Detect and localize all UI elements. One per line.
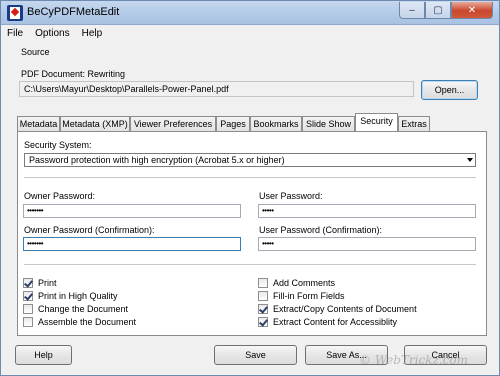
app-logo-icon xyxy=(7,5,23,21)
maximize-button[interactable]: ▢ xyxy=(425,2,451,19)
checkbox[interactable] xyxy=(23,304,33,314)
permission-extract-accessibility[interactable]: Extract Content for Accessiblity xyxy=(258,316,397,328)
permission-change-document[interactable]: Change the Document xyxy=(23,303,128,315)
watermark: © WebTrickz.com xyxy=(359,353,468,367)
permission-label: Extract Content for Accessiblity xyxy=(273,317,398,327)
permission-add-comments[interactable]: Add Comments xyxy=(258,277,335,289)
checkbox[interactable] xyxy=(23,317,33,327)
menu-bar: File Options Help xyxy=(1,25,499,42)
pdf-path-field: C:\Users\Mayur\Desktop\Parallels-Power-P… xyxy=(19,81,414,97)
owner-password-field[interactable]: ••••••• xyxy=(23,204,241,218)
tab-slide-show[interactable]: Slide Show xyxy=(302,116,355,131)
checkbox[interactable] xyxy=(23,278,33,288)
menu-help[interactable]: Help xyxy=(76,28,109,39)
divider xyxy=(24,264,476,265)
security-system-select[interactable]: Password protection with high encryption… xyxy=(24,153,476,167)
tab-metadata-xmp[interactable]: Metadata (XMP) xyxy=(60,116,130,131)
caption-buttons: – ▢ ✕ xyxy=(399,2,493,20)
permission-label: Fill-in Form Fields xyxy=(273,291,345,301)
tab-pages[interactable]: Pages xyxy=(216,116,250,131)
permission-label: Add Comments xyxy=(273,278,336,288)
close-button[interactable]: ✕ xyxy=(451,2,493,19)
permission-label: Change the Document xyxy=(38,304,129,314)
permission-label: Print in High Quality xyxy=(38,291,118,301)
checkbox[interactable] xyxy=(258,278,268,288)
help-button[interactable]: Help xyxy=(15,345,72,365)
permission-assemble-document[interactable]: Assemble the Document xyxy=(23,316,136,328)
checkbox[interactable] xyxy=(23,291,33,301)
tab-viewer-preferences[interactable]: Viewer Preferences xyxy=(130,116,216,131)
save-button[interactable]: Save xyxy=(214,345,297,365)
open-button[interactable]: Open... xyxy=(421,80,478,100)
window-title: BeCyPDFMetaEdit xyxy=(27,6,120,18)
source-group-label: Source xyxy=(21,47,50,57)
permission-extract-copy-contents[interactable]: Extract/Copy Contents of Document xyxy=(258,303,417,315)
user-password-label: User Password: xyxy=(259,191,323,201)
menu-file[interactable]: File xyxy=(1,28,29,39)
user-password-field[interactable]: ••••• xyxy=(258,204,476,218)
security-panel: Security System: Password protection wit… xyxy=(17,131,487,336)
divider xyxy=(24,177,476,178)
permission-fill-in-form-fields[interactable]: Fill-in Form Fields xyxy=(258,290,345,302)
menu-options[interactable]: Options xyxy=(29,28,75,39)
tab-metadata[interactable]: Metadata xyxy=(17,116,60,131)
permission-label: Print xyxy=(38,278,57,288)
tab-security[interactable]: Security xyxy=(355,113,398,131)
checkbox[interactable] xyxy=(258,317,268,327)
owner-password-confirm-label: Owner Password (Confirmation): xyxy=(24,225,155,235)
tab-bookmarks[interactable]: Bookmarks xyxy=(250,116,302,131)
minimize-button[interactable]: – xyxy=(399,2,425,19)
permission-print-high-quality[interactable]: Print in High Quality xyxy=(23,290,118,302)
owner-password-label: Owner Password: xyxy=(24,191,96,201)
user-password-confirm-label: User Password (Confirmation): xyxy=(259,225,383,235)
checkbox[interactable] xyxy=(258,291,268,301)
security-system-value: Password protection with high encryption… xyxy=(29,155,285,165)
permission-label: Extract/Copy Contents of Document xyxy=(273,304,417,314)
tab-extras[interactable]: Extras xyxy=(398,116,430,131)
owner-password-confirm-field[interactable]: ••••••• xyxy=(23,237,241,251)
app-window: BeCyPDFMetaEdit – ▢ ✕ File Options Help … xyxy=(0,0,500,376)
pdf-document-label: PDF Document: Rewriting xyxy=(21,69,126,79)
security-system-label: Security System: xyxy=(24,140,92,150)
title-bar[interactable]: BeCyPDFMetaEdit – ▢ ✕ xyxy=(1,1,499,25)
user-password-confirm-field[interactable]: ••••• xyxy=(258,237,476,251)
permission-label: Assemble the Document xyxy=(38,317,137,327)
chevron-down-icon xyxy=(467,158,473,162)
permission-print[interactable]: Print xyxy=(23,277,57,289)
checkbox[interactable] xyxy=(258,304,268,314)
